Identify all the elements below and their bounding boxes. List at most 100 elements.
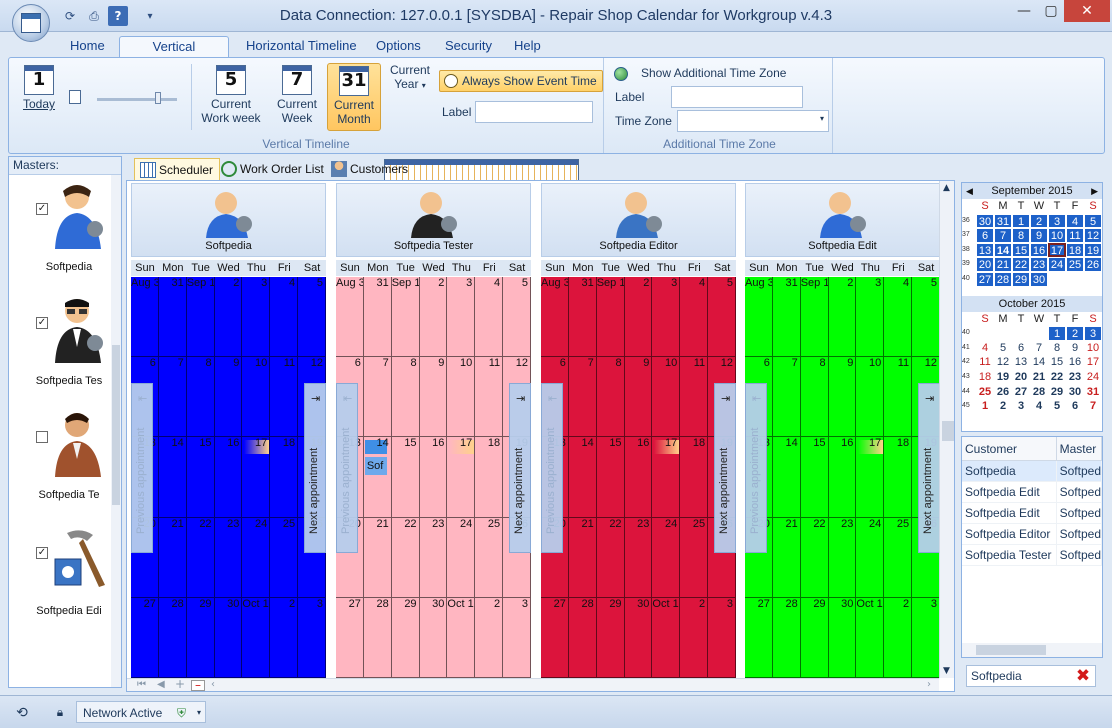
master-item[interactable]: ✓ Softpedia Edi xyxy=(9,527,109,637)
mini-day[interactable]: 18 xyxy=(1066,242,1084,258)
mini-day[interactable]: 27 xyxy=(976,271,994,287)
day-cell[interactable]: 4 xyxy=(270,277,299,358)
day-cell[interactable]: 30 xyxy=(419,597,448,678)
mini-day[interactable]: 20 xyxy=(1012,370,1030,385)
close-button[interactable]: ✕ xyxy=(1064,0,1110,22)
day-cell[interactable]: 30 xyxy=(214,597,243,678)
mini-day[interactable]: 9 xyxy=(1066,341,1084,356)
mini-day[interactable]: 22 xyxy=(1012,257,1030,272)
mini-day[interactable]: 17 xyxy=(1048,242,1066,258)
mini-day[interactable]: 2 xyxy=(1066,326,1084,341)
mini-day[interactable]: 2 xyxy=(1030,213,1048,229)
day-cell[interactable]: 17 xyxy=(242,437,271,518)
zoom-slider-thumb[interactable] xyxy=(155,92,161,104)
mini-day[interactable]: 1 xyxy=(1012,213,1030,229)
tab-home[interactable]: Home xyxy=(60,36,115,58)
mini-day[interactable]: 7 xyxy=(1084,399,1102,414)
tab-horizontal-timeline[interactable]: Horizontal Timeline xyxy=(236,36,367,58)
day-cell[interactable]: 27 xyxy=(745,597,773,678)
mini-day[interactable]: 17 xyxy=(1084,355,1102,370)
table-row[interactable]: Softpedia Tester Softpedi xyxy=(962,545,1102,566)
day-cell[interactable]: 21 xyxy=(363,517,392,598)
table-row[interactable]: Softpedia Editor Softpedi xyxy=(962,524,1102,545)
master-item[interactable]: ✓ Softpedia xyxy=(9,183,109,293)
day-cell[interactable]: 31 xyxy=(363,277,392,358)
day-cell[interactable]: 10 xyxy=(242,357,271,438)
master-checkbox[interactable] xyxy=(36,431,48,443)
mini-day[interactable]: 5 xyxy=(1048,399,1066,414)
day-cell[interactable]: 21 xyxy=(568,517,597,598)
day-cell[interactable]: 28 xyxy=(363,597,392,678)
day-cell[interactable]: 17 xyxy=(447,437,476,518)
day-cell[interactable]: 14 Sof xyxy=(363,437,392,518)
mini-day[interactable]: 3 xyxy=(1012,399,1030,414)
customer-hscrollbar[interactable] xyxy=(962,643,1102,657)
tab-security[interactable]: Security xyxy=(435,36,502,58)
day-cell[interactable]: 23 xyxy=(624,517,653,598)
mini-day[interactable]: 31 xyxy=(994,213,1012,229)
mini-day[interactable]: 23 xyxy=(1030,257,1048,272)
day-cell[interactable]: 22 xyxy=(186,517,215,598)
table-row[interactable]: Softpedia Softpedi xyxy=(962,461,1102,482)
mini-day[interactable]: 1 xyxy=(976,399,994,414)
mini-day[interactable]: 9 xyxy=(1030,228,1048,243)
day-cell[interactable]: 2 xyxy=(270,597,299,678)
mini-day[interactable]: 12 xyxy=(1084,228,1102,243)
day-cell[interactable]: 3 xyxy=(242,277,271,358)
day-cell[interactable]: 4 xyxy=(475,277,504,358)
day-cell[interactable]: 7 xyxy=(363,357,392,438)
mini-day[interactable]: 5 xyxy=(994,341,1012,356)
column-header-master[interactable]: Master xyxy=(1057,437,1102,460)
column-header[interactable]: Softpedia Editor xyxy=(541,183,736,257)
day-cell[interactable]: 16 xyxy=(828,437,857,518)
day-cell[interactable]: 16 xyxy=(624,437,653,518)
master-checkbox[interactable]: ✓ xyxy=(36,547,48,559)
mini-day[interactable]: 24 xyxy=(1084,370,1102,385)
tab-help[interactable]: Help xyxy=(504,36,551,58)
day-cell[interactable]: 11 xyxy=(475,357,504,438)
next-month-icon[interactable]: ▶ xyxy=(1091,183,1098,199)
day-cell[interactable]: 25 xyxy=(475,517,504,598)
day-cell[interactable]: 18 xyxy=(680,437,709,518)
mini-day[interactable]: 3 xyxy=(1048,213,1066,229)
day-cell[interactable]: 8 xyxy=(596,357,625,438)
tab-scheduler[interactable]: Scheduler xyxy=(134,158,221,180)
day-cell[interactable]: 25 xyxy=(884,517,913,598)
day-cell[interactable]: 3 xyxy=(652,277,681,358)
day-cell[interactable]: 3 xyxy=(856,277,885,358)
mini-day[interactable]: 21 xyxy=(1030,370,1048,385)
day-cell[interactable]: 5 xyxy=(708,277,736,358)
day-cell[interactable]: 23 xyxy=(828,517,857,598)
day-cell[interactable]: 22 xyxy=(596,517,625,598)
mini-day[interactable]: 10 xyxy=(1048,228,1066,243)
day-cell[interactable]: 9 xyxy=(624,357,653,438)
mini-day[interactable]: 16 xyxy=(1066,355,1084,370)
day-cell[interactable]: 8 xyxy=(391,357,420,438)
mini-day[interactable]: 19 xyxy=(1084,242,1102,258)
day-cell[interactable]: 27 xyxy=(131,597,159,678)
scroll-down-icon[interactable]: ▼ xyxy=(943,666,950,676)
day-cell[interactable]: Aug 3 xyxy=(541,277,569,358)
day-cell[interactable]: Aug 3 xyxy=(745,277,773,358)
lock-icon[interactable]: 🔒︎ xyxy=(52,701,68,723)
mini-day[interactable]: 19 xyxy=(994,370,1012,385)
previous-appointment-button[interactable]: ⇤ Previous appointment xyxy=(131,383,153,553)
day-cell[interactable]: 23 xyxy=(419,517,448,598)
current-week-button[interactable]: 7 Current Week xyxy=(271,63,323,131)
mini-day[interactable]: 11 xyxy=(1066,228,1084,243)
mini-day[interactable]: 11 xyxy=(976,355,994,370)
day-cell[interactable]: 7 xyxy=(158,357,187,438)
mini-day[interactable]: 26 xyxy=(1084,257,1102,272)
day-cell[interactable]: 30 xyxy=(624,597,653,678)
day-cell[interactable]: 8 xyxy=(186,357,215,438)
day-cell[interactable]: 21 xyxy=(158,517,187,598)
next-appointment-button[interactable]: ⇥ Next appointment xyxy=(714,383,736,553)
day-cell[interactable]: 28 xyxy=(772,597,801,678)
day-cell[interactable]: Aug 3 xyxy=(336,277,364,358)
label-input[interactable] xyxy=(475,101,593,123)
mini-day[interactable]: 4 xyxy=(1030,399,1048,414)
time-zone-select[interactable]: ▾ xyxy=(677,110,829,132)
show-additional-time-zone-toggle[interactable]: Show Additional Time Zone xyxy=(641,66,786,80)
mini-day[interactable]: 10 xyxy=(1084,341,1102,356)
day-cell[interactable]: Oct 1 xyxy=(652,597,681,678)
